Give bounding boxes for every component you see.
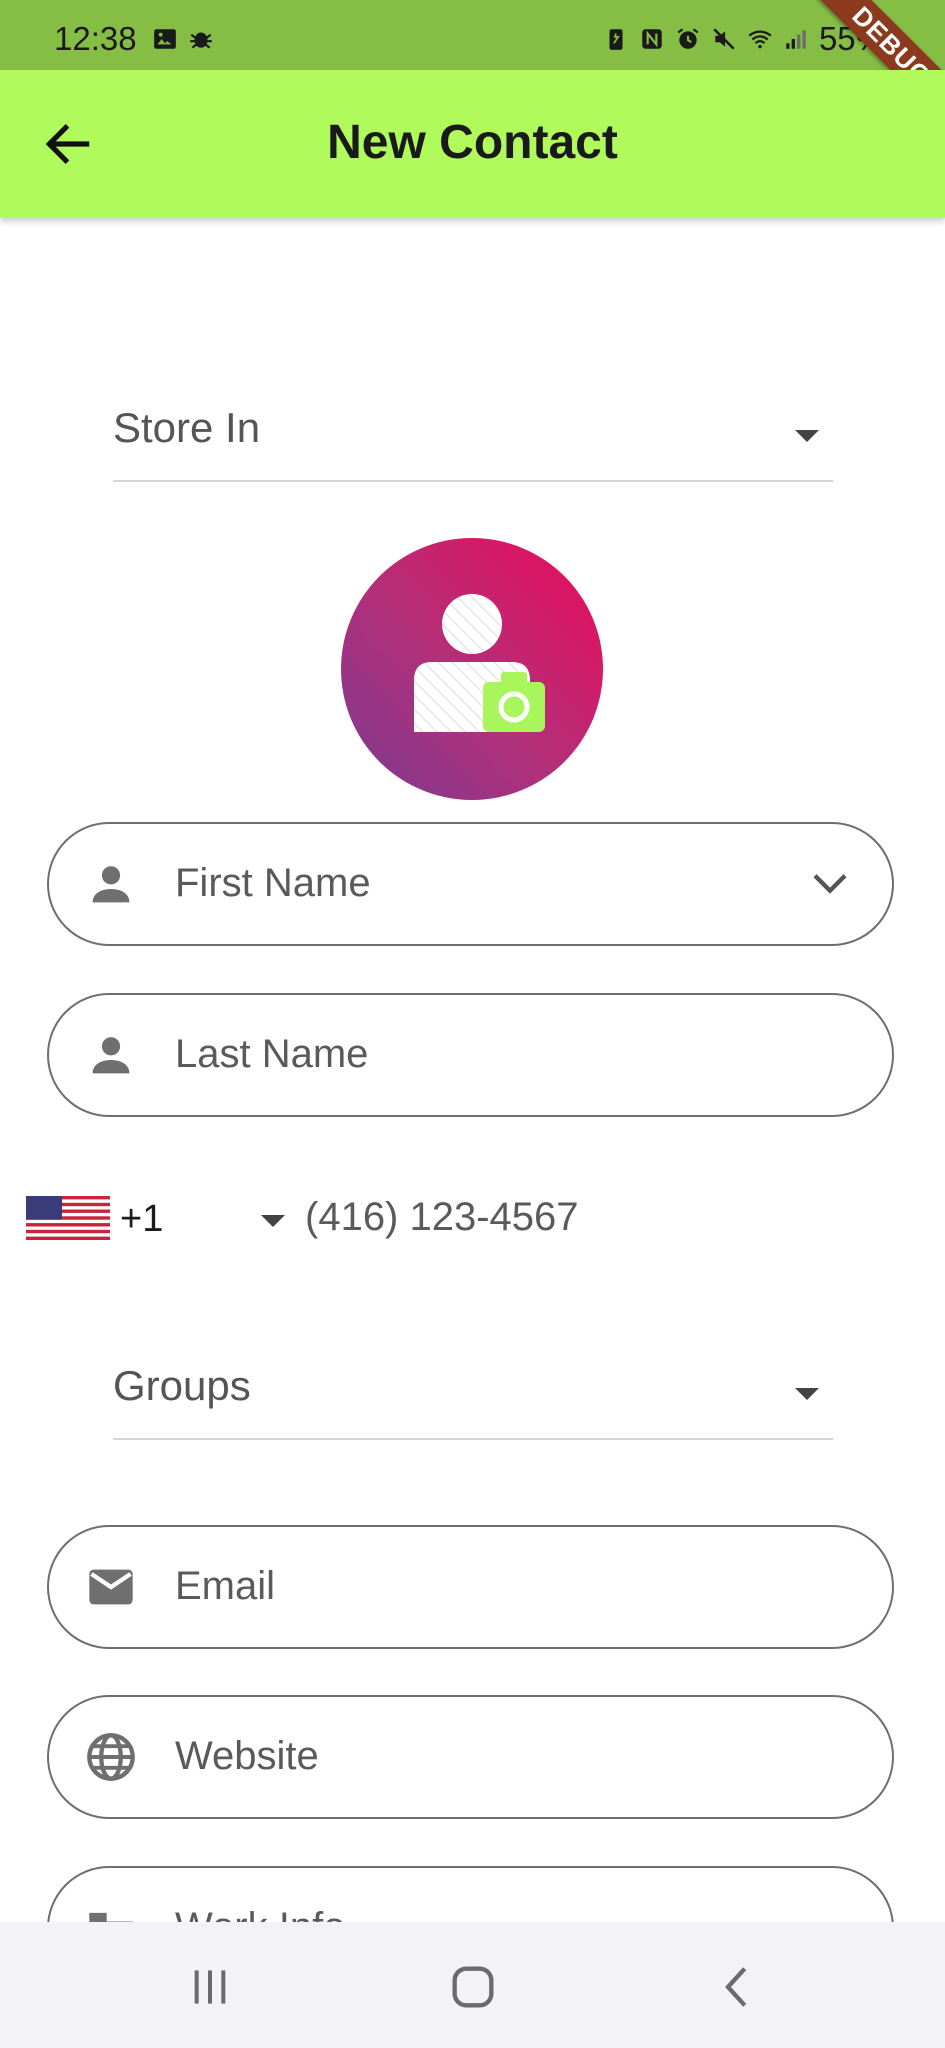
alarm-icon [677,28,699,49]
avatar-picker[interactable] [341,538,603,800]
page-title: New Contact [327,116,618,169]
website-field[interactable]: Website [47,1695,894,1819]
phone-row: +1 (416) 123-4567 [0,1180,945,1260]
bug-icon [190,32,212,49]
first-name-field[interactable]: First Name [47,822,894,946]
mail-icon [89,1569,133,1605]
person-camera-icon [414,594,545,732]
status-left-icons [152,26,214,52]
dropdown-arrow-icon [795,430,819,442]
wifi-icon [748,30,772,49]
back-icon[interactable] [708,1962,768,2012]
battery-saver-icon [609,29,623,50]
image-icon [154,29,176,49]
globe-icon [87,1733,135,1781]
recents-icon[interactable] [180,1962,240,2012]
phone-input[interactable]: (416) 123-4567 [305,1195,579,1240]
last-name-field[interactable]: Last Name [47,993,894,1117]
dial-code[interactable]: +1 [120,1198,163,1241]
status-time: 12:38 [54,20,137,57]
home-icon[interactable] [443,1962,503,2012]
last-name-placeholder: Last Name [175,1032,369,1076]
status-right-icons: 55% [603,20,885,58]
groups-dropdown[interactable]: Groups [113,1342,833,1440]
email-placeholder: Email [175,1564,276,1608]
store-in-label: Store In [113,404,261,451]
system-nav-bar [0,1922,945,2048]
nfc-icon [642,29,662,49]
person-icon [92,1037,130,1074]
person-icon [92,866,130,903]
store-in-dropdown[interactable]: Store In [113,384,833,482]
first-name-placeholder: First Name [175,861,371,905]
dropdown-arrow-icon[interactable] [261,1215,285,1227]
signal-icon [786,30,806,49]
chevron-down-icon[interactable] [810,868,850,900]
email-field[interactable]: Email [47,1525,894,1649]
website-placeholder: Website [175,1734,319,1778]
dropdown-arrow-icon [795,1388,819,1400]
us-flag-icon[interactable] [26,1196,110,1240]
mute-icon [713,28,735,50]
groups-label: Groups [113,1362,251,1409]
status-bar: 12:38 55% DEBUG [0,0,945,133]
app-bar: New Contact [0,70,945,218]
